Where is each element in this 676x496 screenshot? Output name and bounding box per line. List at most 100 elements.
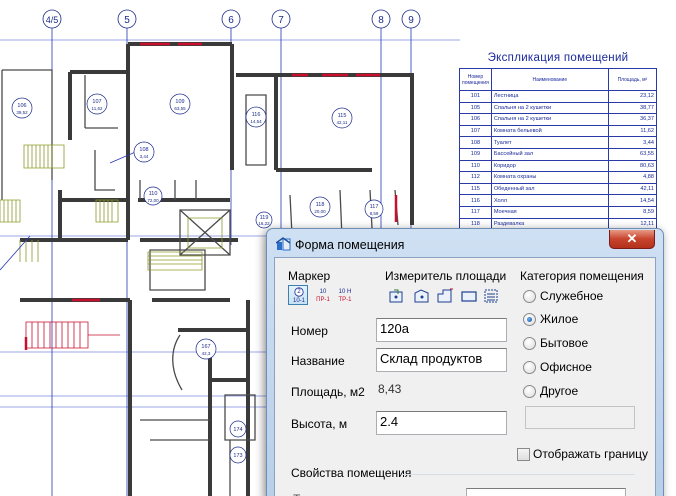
- svg-text:118: 118: [316, 202, 325, 208]
- category-radio-service[interactable]: [523, 290, 536, 303]
- cell: 106: [459, 113, 492, 126]
- dialog-title: Форма помещения: [295, 238, 405, 252]
- svg-text:39,52: 39,52: [16, 110, 28, 115]
- cell: Комната бельевой: [490, 124, 609, 138]
- cell: Лестница: [490, 90, 609, 103]
- cell: Коридор: [490, 159, 609, 173]
- svg-text:14,54: 14,54: [250, 119, 262, 124]
- cell: 36,37: [607, 113, 658, 126]
- svg-text:20,00: 20,00: [314, 209, 326, 214]
- room-form-dialog[interactable]: Форма помещения ✕ Маркер 2 10-1 10 ПР-1 …: [266, 228, 664, 496]
- area-freeform-tool-icon[interactable]: [435, 287, 455, 305]
- svg-text:63,55: 63,55: [174, 106, 186, 111]
- category-radio-household[interactable]: [523, 337, 536, 350]
- axis-label: 8: [378, 15, 384, 26]
- svg-text:117: 117: [370, 204, 379, 210]
- table-row: 116 Холл 14,54: [459, 194, 658, 207]
- cell: 116: [459, 194, 492, 207]
- marker-option-2[interactable]: 10 ПР-1: [312, 285, 332, 305]
- axis-label: 7: [278, 15, 284, 26]
- svg-text:11,62: 11,62: [92, 106, 103, 111]
- show-border-checkbox[interactable]: [517, 448, 530, 461]
- marker-option-top: 10: [319, 289, 327, 295]
- category-radio-other[interactable]: [523, 385, 536, 398]
- area-rect-tool-icon[interactable]: [387, 287, 407, 305]
- cell: 108: [459, 136, 492, 149]
- diagonal-leaders: [0, 149, 141, 271]
- cell: 8,59: [607, 205, 658, 219]
- area-list-tool-icon[interactable]: [482, 287, 502, 305]
- header-area: Площадь, м²: [607, 68, 658, 91]
- cell: 4,88: [607, 171, 658, 184]
- height-input[interactable]: 2.4: [376, 411, 507, 435]
- marker-option-3[interactable]: 10 Н ТР-1: [334, 285, 354, 305]
- svg-text:116: 116: [252, 112, 261, 118]
- cell: 38,77: [607, 101, 658, 115]
- marker-option-top: 2: [297, 289, 301, 295]
- cell: Бассейный зал: [490, 147, 609, 161]
- area-wall-tool-icon[interactable]: [459, 287, 479, 305]
- cell: 63,55: [607, 147, 658, 161]
- cell: Спальня на 2 кушетки: [490, 101, 609, 115]
- dialog-client-area: Маркер 2 10-1 10 ПР-1 10 Н ТР-1 Измерите…: [274, 257, 656, 496]
- area-polygon-tool-icon[interactable]: [412, 287, 432, 305]
- table-row: 109 Бассейный зал 63,55: [459, 147, 658, 161]
- dialog-titlebar[interactable]: Форма помещения ✕: [267, 229, 663, 257]
- cell: 23,12: [607, 90, 658, 103]
- svg-text:109: 109: [175, 99, 184, 105]
- property-input[interactable]: [466, 488, 626, 496]
- cell: 117: [459, 205, 492, 219]
- cell: 42,11: [607, 182, 658, 196]
- axis-label: 4/5: [46, 15, 59, 25]
- axis-label: 9: [408, 15, 414, 26]
- svg-text:174: 174: [233, 427, 242, 433]
- category-option-label: Бытовое: [540, 336, 589, 350]
- area-value: 8,43: [378, 382, 402, 396]
- category-label: Категория помещения: [520, 269, 644, 283]
- property-row-label: Т: [293, 492, 300, 496]
- cell: 115: [459, 182, 492, 196]
- table-row: 110 Коридор 80,63: [459, 159, 658, 173]
- marker-option-bottom: 10-1: [292, 298, 305, 304]
- header-name: Наименование: [490, 68, 609, 91]
- category-radio-residential[interactable]: [523, 313, 536, 326]
- table-row: 101 Лестница 23,12: [459, 90, 658, 103]
- axis-label: 5: [124, 15, 130, 26]
- properties-label: Свойства помещения: [291, 466, 412, 480]
- cell: Моечная: [490, 205, 609, 219]
- marker-option-1[interactable]: 2 10-1: [288, 285, 308, 305]
- red-stair: [25, 321, 120, 349]
- other-category-input[interactable]: [525, 406, 635, 429]
- svg-text:8,59: 8,59: [370, 211, 379, 216]
- number-label: Номер: [291, 324, 328, 338]
- cell: 107: [459, 124, 492, 138]
- cell: Туалет: [490, 136, 609, 149]
- height-label: Высота, м: [291, 417, 348, 431]
- cell: 105: [459, 101, 492, 115]
- close-button[interactable]: ✕: [609, 230, 655, 249]
- table-row: 106 Спальня на 2 кушетки 36,37: [459, 113, 658, 126]
- cell: Обеденный зал: [490, 182, 609, 196]
- stairs: [0, 144, 223, 271]
- cell: 110: [459, 159, 492, 173]
- svg-text:16,22: 16,22: [258, 221, 270, 226]
- axis-label: 6: [228, 15, 234, 26]
- table-row: 105 Спальня на 2 кушетки 38,77: [459, 101, 658, 115]
- svg-text:106: 106: [17, 103, 26, 109]
- table-row: 108 Туалет 3,44: [459, 136, 658, 149]
- area-label: Площадь, м2: [291, 385, 365, 399]
- name-input[interactable]: Склад продуктов: [376, 348, 507, 372]
- svg-text:42,3: 42,3: [202, 351, 211, 356]
- cell: Холл: [490, 194, 609, 207]
- category-radio-office[interactable]: [523, 361, 536, 374]
- number-input[interactable]: 120а: [376, 318, 507, 342]
- marker-option-bottom: ТР-1: [338, 297, 352, 303]
- cell: Спальня на 2 кушетки: [490, 113, 609, 126]
- cell: 101: [459, 90, 492, 103]
- room-form-icon: [276, 237, 291, 251]
- category-option-label: Офисное: [540, 360, 592, 374]
- explication-title: Экспликация помещений: [487, 52, 629, 64]
- cell: 80,63: [607, 159, 658, 173]
- explication-table: Номер помещения Наименование Площадь, м²…: [459, 68, 658, 231]
- svg-text:115: 115: [338, 113, 347, 119]
